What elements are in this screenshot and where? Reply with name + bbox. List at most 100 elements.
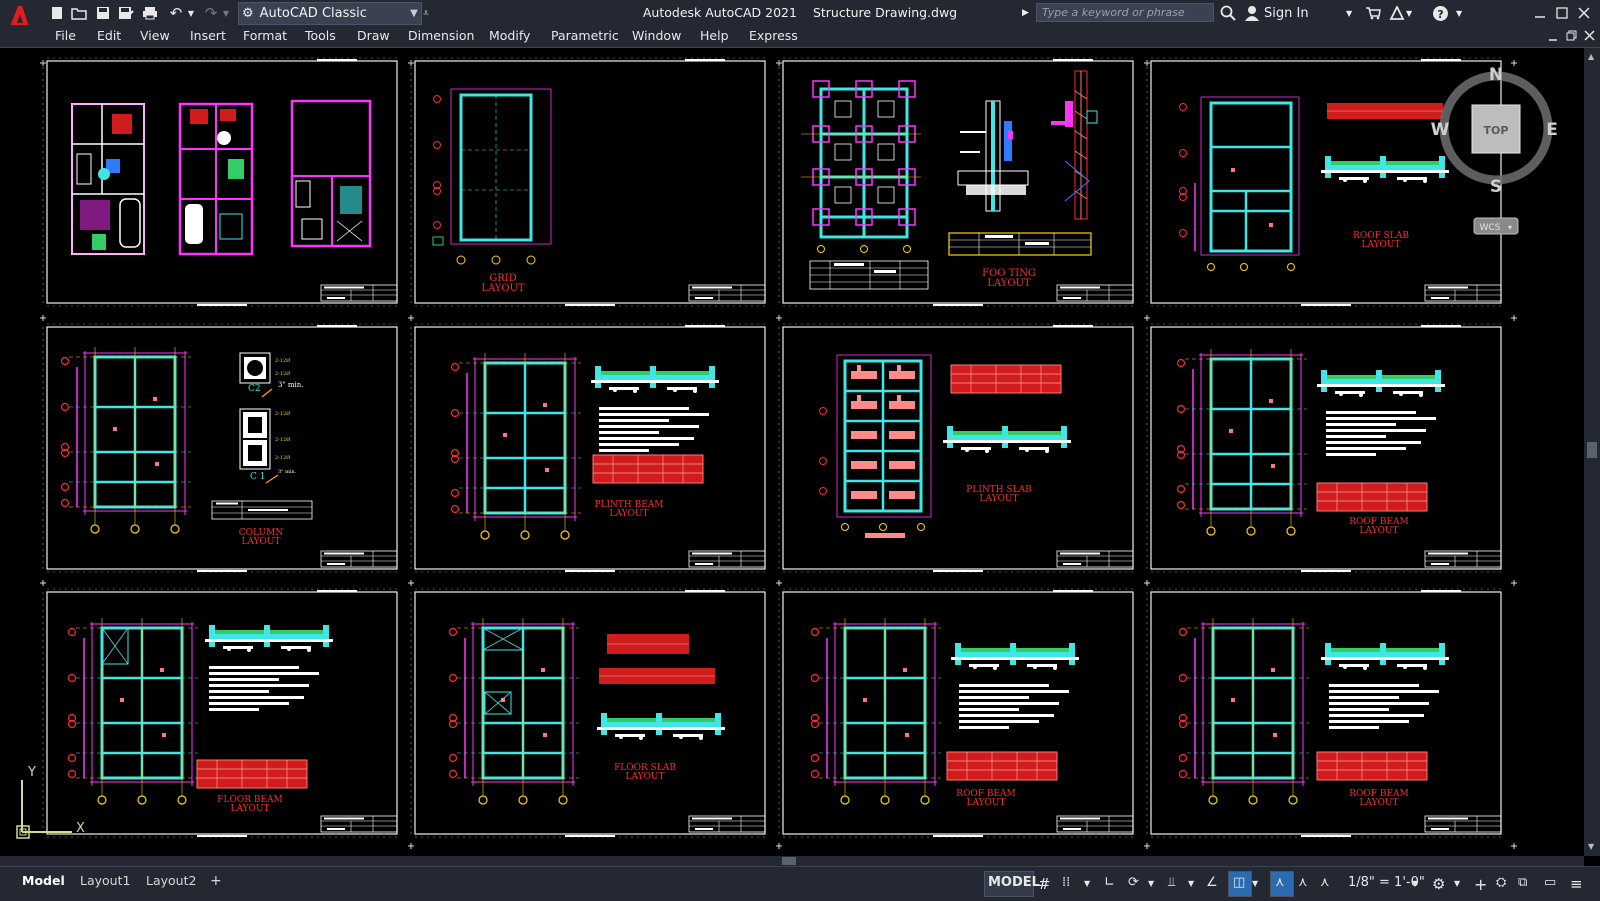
polar-tracking-icon[interactable]: ⟳ [1128,875,1139,890]
search-icon[interactable] [1220,3,1236,23]
chevron-down-icon[interactable]: ▼ [1252,879,1258,888]
tab-layout2[interactable]: Layout2 [146,873,196,888]
undo-icon[interactable]: ↶ [165,3,187,23]
annotation-monitor-plus-icon[interactable]: + [1474,875,1487,894]
menu-format[interactable]: Format [243,28,287,43]
maximize-window-icon[interactable] [1556,3,1568,23]
wcs-label[interactable]: WCS [1480,223,1501,233]
snap-mode-icon[interactable]: ⁞⁞ [1062,875,1070,890]
tab-model[interactable]: Model [22,873,65,888]
print-icon[interactable] [141,3,159,23]
redo-dropdown-icon[interactable]: ▼ [221,3,231,23]
compass-west-label[interactable]: W [1431,120,1450,140]
menu-parametric[interactable]: Parametric [551,28,619,43]
doc-minimize-icon[interactable] [1548,30,1558,45]
vertical-scroll-thumb[interactable] [1587,442,1597,458]
c1-bars-label: 2-12Ø [275,410,290,417]
viewcube-top-label[interactable]: TOP [1484,124,1509,137]
new-file-icon[interactable] [48,3,66,23]
customization-menu-icon[interactable]: ≡ [1570,875,1583,893]
chevron-down-icon[interactable]: ▼ [1346,3,1352,23]
menu-help[interactable]: Help [700,28,729,43]
workspace-switch-gear-icon[interactable]: ⚙ [1432,875,1445,893]
status-bar: Model Layout1 Layout2 + MODEL # ⁞⁞ ▼ ∟ ⟳… [0,866,1600,901]
horizontal-scrollbar[interactable] [0,856,1584,866]
chevron-down-icon[interactable]: ▼ [1456,3,1462,23]
isodraft-icon[interactable]: ⫫ [1168,875,1175,890]
chevron-down-icon[interactable]: ▼ [1084,879,1090,888]
close-window-icon[interactable] [1578,3,1590,23]
ortho-mode-icon[interactable]: ∟ [1104,875,1115,890]
menu-draw[interactable]: Draw [357,28,390,43]
sheet-architectural-plans [43,58,397,306]
menu-dimension[interactable]: Dimension [408,28,474,43]
caret-right-icon[interactable]: ▶ [1022,3,1029,23]
workspace-label: AutoCAD Classic [259,6,367,21]
menu-edit[interactable]: Edit [97,28,121,43]
menu-view[interactable]: View [140,28,170,43]
model-space-toggle[interactable]: MODEL [988,875,1040,890]
chevron-down-icon[interactable]: ▼ [1406,3,1412,23]
undo-dropdown-icon[interactable]: ▼ [186,3,196,23]
open-folder-icon[interactable] [70,3,88,23]
chevron-down-icon[interactable]: ▼ [1454,879,1460,888]
minimize-window-icon[interactable] [1534,3,1546,23]
gear-icon: ⚙ [242,6,254,21]
ucs-x-label: X [76,821,85,836]
plinth-slab-subtitle: LAYOUT [979,494,1018,504]
menu-tools[interactable]: Tools [305,28,336,43]
vertical-scrollbar[interactable]: ▲ ▼ [1584,48,1600,856]
drawing-canvas[interactable]: GRID LAYOUT FOO TING LAYOUT ROOF SLAB LA… [0,48,1584,856]
object-snap-icon[interactable]: ◫ [1233,875,1245,890]
annotation-scale-icon[interactable]: ⋏ [1320,875,1330,890]
compass-east-label[interactable]: E [1546,120,1558,140]
grid-display-icon[interactable]: # [1038,875,1051,893]
workspace-selector[interactable]: ⚙ AutoCAD Classic ▼ [238,2,422,25]
tab-layout1[interactable]: Layout1 [80,873,130,888]
cart-icon[interactable] [1365,3,1381,23]
menu-express[interactable]: Express [749,28,798,43]
scroll-up-icon[interactable]: ▲ [1588,52,1594,61]
save-as-icon[interactable] [117,3,135,23]
viewcube[interactable]: TOP N S E W WCS ▾ [1431,65,1558,235]
c1-bars-label-2: 2-12Ø [275,436,290,443]
menu-modify[interactable]: Modify [489,28,530,43]
doc-restore-icon[interactable] [1566,29,1577,44]
object-snap-tracking-icon[interactable]: ∠ [1206,875,1218,890]
horizontal-scroll-thumb[interactable] [782,857,796,865]
svg-text:?: ? [1437,8,1443,21]
sheet-grid-layout: GRID LAYOUT [411,58,765,306]
sheet-footing-layout: FOO TING LAYOUT [779,58,1133,306]
doc-close-icon[interactable] [1584,29,1595,44]
scroll-down-icon[interactable]: ▼ [1588,842,1594,851]
isolate-objects-icon[interactable]: ⧉ [1518,875,1527,890]
c1-min-label: 3" min. [278,469,297,475]
save-icon[interactable] [94,3,112,23]
add-layout-button[interactable]: + [210,873,222,889]
customize-toolbar-icon[interactable]: ⩡ [420,3,432,23]
ucs-y-label: Y [27,765,36,780]
chevron-down-icon[interactable]: ▼ [1188,879,1194,888]
compass-north-label[interactable]: N [1489,65,1503,85]
auto-scale-icon[interactable]: ⋏ [1298,875,1308,890]
chevron-down-icon[interactable]: ▼ [1148,879,1154,888]
menu-file[interactable]: File [55,28,76,43]
compass-south-label[interactable]: S [1490,177,1502,197]
clean-screen-icon[interactable]: ▭ [1544,875,1556,890]
search-input[interactable]: Type a keyword or phrase [1036,3,1214,22]
sheet-plinth-slab-layout: PLINTH SLAB LAYOUT [779,324,1133,572]
c2-label: C2 [248,384,261,394]
redo-icon[interactable]: ↷ [200,3,222,23]
units-icon[interactable]: ⛭ [1496,875,1506,890]
c2-bars-label: 2-12Ø [275,357,290,364]
help-icon[interactable]: ? [1432,3,1449,23]
sign-in-button[interactable]: Sign In [1264,3,1309,23]
menu-insert[interactable]: Insert [190,28,226,43]
footing-layout-subtitle: LAYOUT [987,278,1031,289]
menu-window[interactable]: Window [632,28,681,43]
svg-text:▾: ▾ [1508,223,1512,232]
annotation-visibility-icon[interactable]: ⋏ [1275,875,1285,890]
c1-label: C 1 [250,472,265,482]
autodesk-a360-icon[interactable] [1389,3,1405,23]
chevron-down-icon[interactable]: ▼ [1412,879,1418,888]
